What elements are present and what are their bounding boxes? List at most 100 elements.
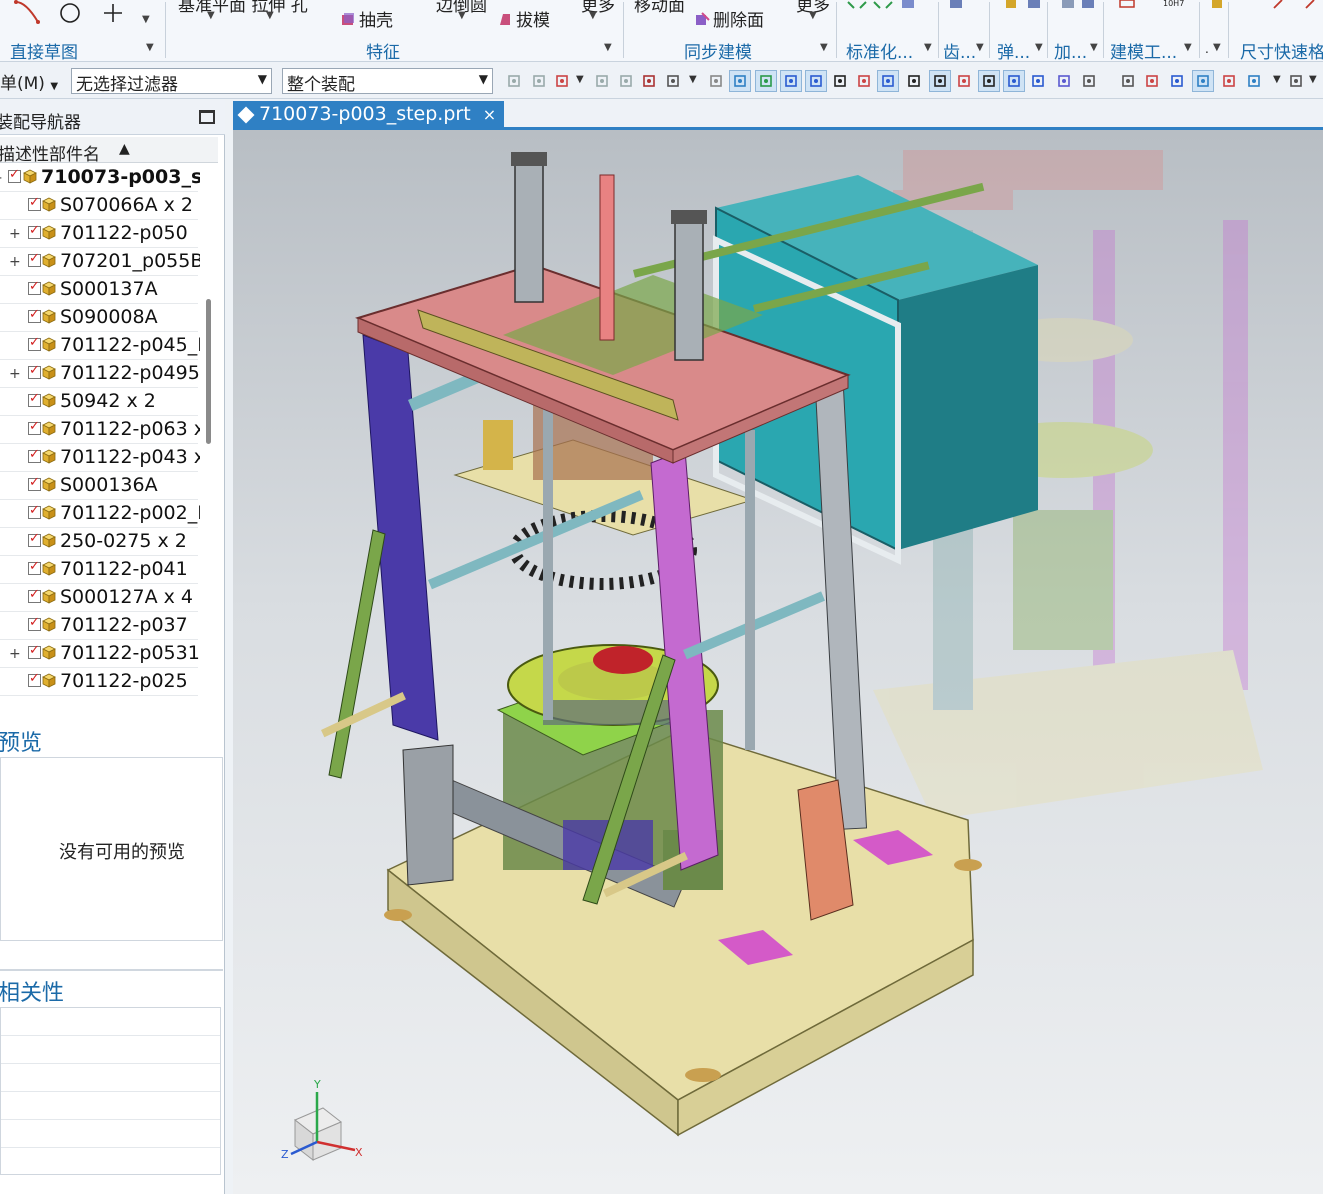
tree-row[interactable]: 701122-p037 — [0, 612, 198, 640]
edge-snap-icon[interactable] — [805, 70, 827, 92]
feature-more-cut-label[interactable]: 更多 — [581, 0, 615, 16]
visibility-checkbox[interactable] — [28, 503, 41, 519]
body-filter-icon[interactable] — [591, 70, 613, 92]
tree-row[interactable]: 701122-p045_D — [0, 332, 200, 360]
rotate-icon[interactable] — [1166, 70, 1188, 92]
box-select-dropdown[interactable]: ▼ — [689, 74, 697, 85]
layer-icon[interactable] — [1218, 70, 1240, 92]
relations-section-title[interactable]: 相关性 — [0, 975, 64, 1007]
tree-row[interactable]: +701122-p04959 — [0, 360, 200, 388]
machining-icon[interactable] — [1060, 0, 1100, 10]
view-fit-icon[interactable] — [1117, 70, 1139, 92]
visibility-checkbox[interactable] — [28, 419, 41, 435]
ribbon-group-quick-dimension[interactable]: 尺寸快速格 — [1240, 38, 1323, 61]
curve-snap-icon[interactable] — [829, 70, 851, 92]
expand-toggle-icon[interactable]: + — [9, 254, 21, 270]
document-tab[interactable]: 710073-p003_step.prt × — [233, 101, 505, 129]
snap-endpoint-icon[interactable] — [503, 70, 525, 92]
selection-filter-select[interactable]: 无选择过滤器 ▼ — [71, 68, 272, 94]
expand-toggle-icon[interactable]: - — [0, 170, 2, 186]
tree-row[interactable]: S070066A x 2 — [0, 192, 198, 220]
ribbon-group-standardize[interactable]: 标准化... — [846, 38, 913, 61]
tree-row[interactable]: S090008A — [0, 304, 198, 332]
standard-parts-icons[interactable] — [846, 0, 918, 10]
close-icon[interactable]: × — [483, 105, 496, 124]
visibility-checkbox[interactable] — [28, 615, 41, 631]
tree-row[interactable]: 701122-p043 x — [0, 444, 200, 472]
tree-root-row[interactable]: - 710073-p003_ste — [0, 164, 200, 192]
visibility-checkbox[interactable] — [28, 671, 41, 687]
arc-sketch-icon[interactable] — [12, 0, 42, 26]
camera-icon[interactable] — [1285, 70, 1307, 92]
expand-toggle-icon[interactable]: + — [9, 646, 21, 662]
ribbon-group-machining[interactable]: 加... — [1054, 38, 1087, 61]
visibility-checkbox[interactable] — [28, 587, 41, 603]
face-filter-icon[interactable] — [551, 70, 573, 92]
chevron-down-icon[interactable]: ▼ — [146, 42, 154, 53]
edge-blend-dropdown[interactable]: ▼ — [458, 10, 466, 21]
chevron-down-icon[interactable]: ▼ — [1213, 42, 1221, 53]
feature-buttons-cut-label[interactable]: 基准平面 拉伸 孔 — [178, 0, 308, 16]
visibility-checkbox[interactable] — [28, 643, 41, 659]
draft-button[interactable]: 拔模 — [497, 6, 550, 31]
gear-icon[interactable] — [948, 0, 968, 10]
cross-snap-icon[interactable] — [978, 70, 1000, 92]
ribbon-group-feature[interactable]: 特征 — [366, 38, 400, 61]
menu-button[interactable]: 单(M) ▼ — [0, 69, 58, 94]
chevron-down-icon[interactable]: ▼ — [1035, 42, 1043, 53]
chevron-down-icon[interactable]: ▼ — [1184, 42, 1192, 53]
ribbon-group-sync-modeling[interactable]: 同步建模 — [684, 38, 752, 61]
tree-row[interactable]: S000127A x 4 — [0, 584, 198, 612]
tree-row[interactable]: 250-0275 x 2 — [0, 528, 198, 556]
point-sketch-icon[interactable] — [102, 2, 124, 24]
tree-row[interactable]: 701122-p025 — [0, 668, 198, 696]
feature-more-dropdown[interactable]: ▼ — [589, 10, 597, 21]
visibility-checkbox[interactable] — [28, 447, 41, 463]
camera-dropdown[interactable]: ▼ — [1309, 74, 1317, 85]
visibility-checkbox[interactable] — [28, 531, 41, 547]
visibility-checkbox[interactable] — [28, 251, 41, 267]
sort-ascending-icon[interactable]: ▲ — [119, 141, 130, 157]
display-style-icon[interactable] — [1243, 70, 1265, 92]
chevron-down-icon[interactable]: ▼ — [976, 42, 984, 53]
spring-icon[interactable] — [1004, 0, 1044, 10]
expand-toggle-icon[interactable]: + — [9, 226, 21, 242]
tree-row[interactable]: S000136A — [0, 472, 198, 500]
view-render-icon[interactable] — [1141, 70, 1163, 92]
wave-snap-icon[interactable] — [877, 70, 899, 92]
tree-row[interactable]: +707201_p055B — [0, 248, 200, 276]
tangent-snap-icon[interactable] — [1003, 70, 1025, 92]
tree-row[interactable]: S000137A — [0, 276, 198, 304]
ribbon-group-spring[interactable]: 弹... — [997, 38, 1030, 61]
visibility-checkbox[interactable] — [28, 307, 41, 323]
ribbon-group-gear[interactable]: 齿... — [943, 38, 976, 61]
circle-sketch-icon[interactable] — [58, 2, 82, 24]
preview-section-title[interactable]: 预览 — [0, 725, 42, 757]
visibility-checkbox[interactable] — [28, 195, 41, 211]
ribbon-group-direct-sketch[interactable]: 直接草图 — [10, 38, 78, 61]
visibility-checkbox[interactable] — [28, 223, 41, 239]
tree-row[interactable]: +701122-p05313 — [0, 640, 200, 668]
visibility-checkbox[interactable] — [8, 167, 21, 183]
face-snap-icon[interactable] — [1053, 70, 1075, 92]
solid-body-icon[interactable] — [705, 70, 727, 92]
visibility-checkbox[interactable] — [28, 391, 41, 407]
point-snap-icon[interactable] — [755, 70, 777, 92]
visibility-checkbox[interactable] — [28, 475, 41, 491]
maximize-icon[interactable] — [199, 110, 215, 124]
tree-row[interactable]: 701122-p002_D — [0, 500, 200, 528]
expand-toggle-icon[interactable]: + — [9, 366, 21, 382]
intersection-icon[interactable] — [903, 70, 925, 92]
graphics-viewport[interactable]: Y X Z — [233, 130, 1323, 1194]
grid-snap-icon[interactable] — [1078, 70, 1100, 92]
spline-snap-icon[interactable] — [853, 70, 875, 92]
selection-scope-select[interactable]: 整个装配 ▼ — [282, 68, 493, 94]
line-snap-icon[interactable] — [780, 70, 802, 92]
cube-select-icon[interactable] — [729, 70, 751, 92]
shell-button[interactable]: 抽壳 — [340, 6, 393, 31]
tree-row[interactable]: 50942 x 2 — [0, 388, 198, 416]
orient-icon[interactable] — [1192, 70, 1214, 92]
sketch-more-dropdown[interactable]: ▼ — [142, 14, 150, 25]
modeling-tools-icon[interactable] — [1118, 0, 1142, 10]
chevron-down-icon[interactable]: ▼ — [924, 42, 932, 53]
